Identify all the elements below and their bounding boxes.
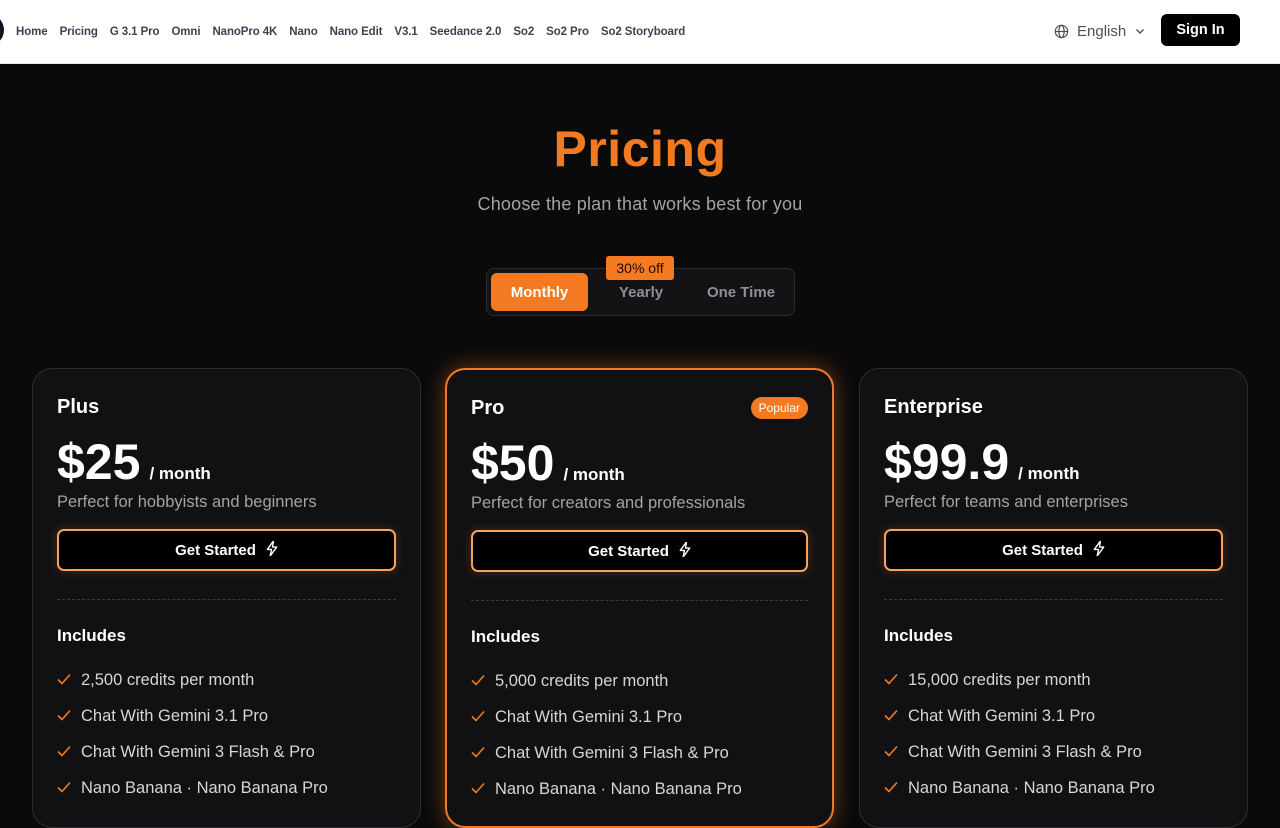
lightning-icon xyxy=(1093,539,1105,560)
lightning-icon xyxy=(679,540,691,561)
list-item: Chat With Gemini 3.1 Pro xyxy=(471,699,808,735)
list-item: 5,000 credits per month xyxy=(471,663,808,699)
list-item: Chat With Gemini 3.1 Pro xyxy=(884,698,1223,734)
list-item: Nano Banana · Nano Banana Pro xyxy=(884,770,1223,806)
divider xyxy=(471,600,808,601)
check-icon xyxy=(884,779,908,798)
plan-price: $99.9 xyxy=(884,434,1010,490)
page-title: Pricing xyxy=(553,121,727,177)
nav-link-nano-edit[interactable]: Nano Edit xyxy=(330,26,383,38)
get-started-label: Get Started xyxy=(1002,541,1083,559)
feature-text: Nano Banana · Nano Banana Pro xyxy=(81,778,328,797)
list-item: Chat With Gemini 3 Flash & Pro xyxy=(57,734,396,770)
get-started-button[interactable]: Get Started xyxy=(884,529,1223,571)
nav-link-so2[interactable]: So2 xyxy=(513,26,534,38)
nav-link-pricing[interactable]: Pricing xyxy=(60,26,98,38)
list-item: Chat With Gemini 3.1 Pro xyxy=(57,698,396,734)
check-icon xyxy=(884,671,908,690)
nav-link-seedance[interactable]: Seedance 2.0 xyxy=(430,26,502,38)
price-row: $99.9 / month xyxy=(884,435,1223,489)
nav-link-g31pro[interactable]: G 3.1 Pro xyxy=(110,26,160,38)
check-icon xyxy=(57,779,81,798)
feature-text: Nano Banana · Nano Banana Pro xyxy=(908,778,1155,797)
nav-link-omni[interactable]: Omni xyxy=(171,26,200,38)
nav-link-home[interactable]: Home xyxy=(16,26,48,38)
page-subtitle: Choose the plan that works best for you xyxy=(477,194,803,214)
language-selector[interactable]: English xyxy=(1054,20,1146,42)
feature-text: Nano Banana · Nano Banana Pro xyxy=(495,779,742,798)
plan-card-pro: Pro Popular $50 / month Perfect for crea… xyxy=(445,368,834,828)
nav-link-nanopro4k[interactable]: NanoPro 4K xyxy=(212,26,277,38)
get-started-label: Get Started xyxy=(175,541,256,559)
feature-list: 15,000 credits per month Chat With Gemin… xyxy=(884,662,1223,806)
feature-text: Chat With Gemini 3 Flash & Pro xyxy=(81,742,315,761)
plan-card-plus: Plus $25 / month Perfect for hobbyists a… xyxy=(32,368,421,828)
check-icon xyxy=(57,707,81,726)
lightning-icon xyxy=(266,539,278,560)
nav-link-v31[interactable]: V3.1 xyxy=(394,26,417,38)
popular-badge: Popular xyxy=(750,397,808,419)
feature-text: 5,000 credits per month xyxy=(495,671,669,690)
check-icon xyxy=(57,671,81,690)
feature-text: Chat With Gemini 3.1 Pro xyxy=(495,707,683,726)
divider xyxy=(884,599,1223,600)
tab-one-time[interactable]: One Time xyxy=(691,273,791,311)
plan-name: Plus xyxy=(57,396,100,418)
includes-heading: Includes xyxy=(471,627,540,646)
feature-text: Chat With Gemini 3.1 Pro xyxy=(908,706,1096,725)
feature-text: 2,500 credits per month xyxy=(81,670,255,689)
includes-heading: Includes xyxy=(884,626,953,645)
list-item: Nano Banana · Nano Banana Pro xyxy=(471,771,808,807)
price-period: / month xyxy=(563,465,625,484)
plan-name: Enterprise xyxy=(884,396,983,418)
list-item: 15,000 credits per month xyxy=(884,662,1223,698)
nav-link-so2pro[interactable]: So2 Pro xyxy=(546,26,589,38)
check-icon xyxy=(57,743,81,762)
divider xyxy=(57,599,396,600)
language-label: English xyxy=(1077,22,1127,40)
check-icon xyxy=(884,743,908,762)
discount-badge: 30% off xyxy=(606,256,674,280)
plan-description: Perfect for teams and enterprises xyxy=(884,493,1128,511)
top-navigation-bar: Home Pricing G 3.1 Pro Omni NanoPro 4K N… xyxy=(0,0,1280,64)
chevron-down-icon xyxy=(1134,25,1146,37)
price-row: $25 / month xyxy=(57,435,396,489)
list-item: Nano Banana · Nano Banana Pro xyxy=(57,770,396,806)
plan-price: $50 xyxy=(471,435,555,491)
globe-icon xyxy=(1054,24,1069,39)
plan-description: Perfect for creators and professionals xyxy=(471,494,746,512)
price-row: $50 / month xyxy=(471,436,808,490)
check-icon xyxy=(471,708,495,727)
list-item: Chat With Gemini 3 Flash & Pro xyxy=(884,734,1223,770)
nav-link-so2storyboard[interactable]: So2 Storyboard xyxy=(601,26,685,38)
get-started-button[interactable]: Get Started xyxy=(57,529,396,571)
list-item: Chat With Gemini 3 Flash & Pro xyxy=(471,735,808,771)
main-nav: Home Pricing G 3.1 Pro Omni NanoPro 4K N… xyxy=(16,0,685,64)
sign-in-button[interactable]: Sign In xyxy=(1161,14,1240,46)
get-started-label: Get Started xyxy=(588,542,669,560)
feature-text: 15,000 credits per month xyxy=(908,670,1091,689)
feature-text: Chat With Gemini 3 Flash & Pro xyxy=(495,743,729,762)
check-icon xyxy=(471,780,495,799)
feature-text: Chat With Gemini 3.1 Pro xyxy=(81,706,269,725)
tab-monthly[interactable]: Monthly xyxy=(491,273,588,311)
price-period: / month xyxy=(149,464,211,483)
plan-card-enterprise: Enterprise $99.9 / month Perfect for tea… xyxy=(859,368,1248,828)
plan-price: $25 xyxy=(57,434,141,490)
check-icon xyxy=(471,672,495,691)
price-period: / month xyxy=(1018,464,1080,483)
logo[interactable] xyxy=(0,14,4,46)
plan-description: Perfect for hobbyists and beginners xyxy=(57,493,317,511)
feature-list: 2,500 credits per month Chat With Gemini… xyxy=(57,662,396,806)
nav-link-nano[interactable]: Nano xyxy=(289,26,317,38)
check-icon xyxy=(471,744,495,763)
check-icon xyxy=(884,707,908,726)
feature-list: 5,000 credits per month Chat With Gemini… xyxy=(471,663,808,807)
feature-text: Chat With Gemini 3 Flash & Pro xyxy=(908,742,1142,761)
list-item: 2,500 credits per month xyxy=(57,662,396,698)
get-started-button[interactable]: Get Started xyxy=(471,530,808,572)
includes-heading: Includes xyxy=(57,626,126,645)
